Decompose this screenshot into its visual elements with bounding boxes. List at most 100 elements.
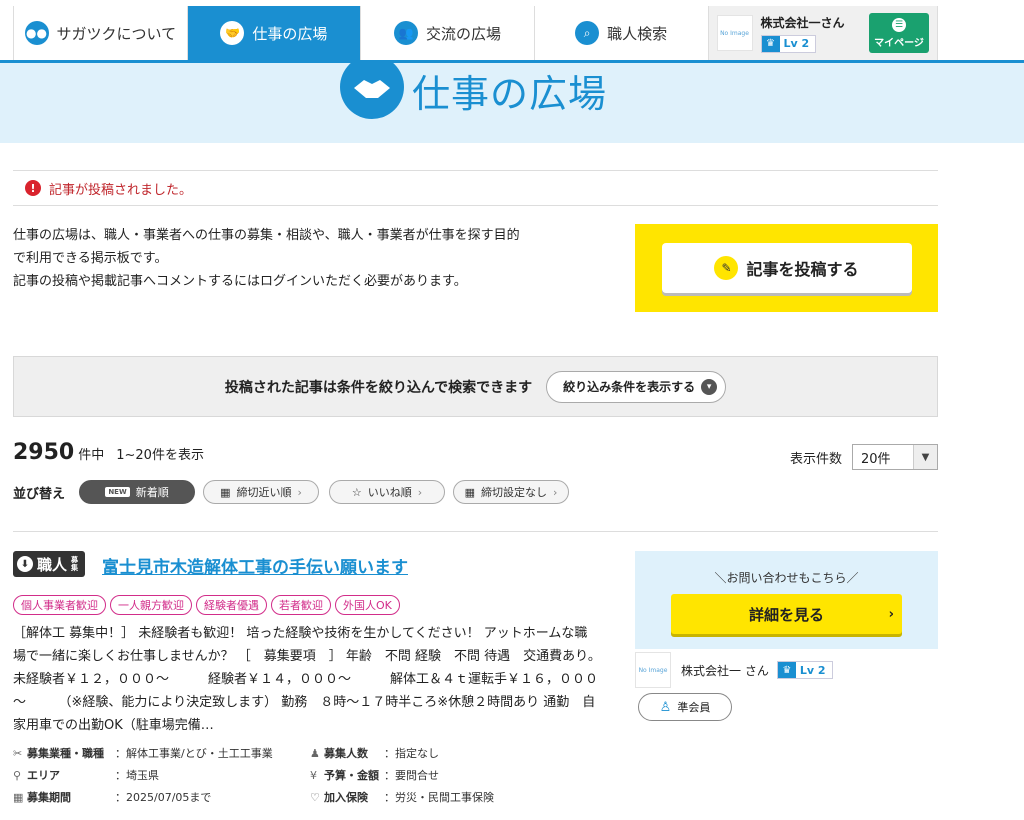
sort-newest-label: 新着順 bbox=[135, 486, 169, 499]
meta-value: ：指定なし bbox=[384, 747, 439, 760]
meta-count: ♟ 募集人数 ：指定なし bbox=[310, 744, 610, 762]
crown-icon: ♛ bbox=[761, 35, 780, 52]
intro-line: 記事の投稿や掲載記事へコメントするにはログインいただく必要があります。 bbox=[13, 274, 467, 289]
meta-label: 予算・金額 bbox=[324, 769, 379, 782]
level-text: Lv 2 bbox=[783, 37, 810, 50]
tag: 個人事業者歓迎 bbox=[13, 595, 106, 615]
person-icon: ♙ bbox=[659, 699, 672, 715]
avatar: No Image bbox=[716, 15, 753, 51]
sort-label: 並び替え bbox=[13, 486, 66, 502]
badge-label: 職人 bbox=[37, 555, 68, 574]
sort-bar: 並び替え NEW 新着順 ▦ 締切近い順 › ☆ いいね順 › ▦ 締切設定なし… bbox=[13, 480, 570, 504]
level-badge: ♛ Lv 2 bbox=[760, 34, 817, 53]
alert-text: 記事が投稿されました。 bbox=[49, 182, 193, 198]
sort-no-deadline-label: 締切設定なし bbox=[481, 486, 548, 499]
heart-icon: ♡ bbox=[310, 790, 320, 804]
per-page-value: 20件 bbox=[861, 451, 891, 467]
meta-label: 募集人数 bbox=[324, 747, 368, 760]
post-body: ［解体工 募集中！］ 未経験者も歓迎！ 培った経験や技術を生かしてください！ ア… bbox=[13, 626, 598, 733]
meta-value: ：2025/07/05まで bbox=[115, 791, 212, 804]
chevron-right-icon: › bbox=[553, 485, 558, 499]
sort-no-deadline[interactable]: ▦ 締切設定なし › bbox=[453, 480, 570, 504]
alert-icon: ! bbox=[25, 180, 41, 196]
poster-name: 株式会社一 さん bbox=[681, 663, 769, 678]
tag: 若者歓迎 bbox=[271, 595, 331, 615]
sort-deadline[interactable]: ▦ 締切近い順 › bbox=[203, 480, 320, 504]
calendar-icon: ▦ bbox=[220, 485, 231, 499]
new-badge: NEW bbox=[105, 487, 130, 497]
sort-likes[interactable]: ☆ いいね順 › bbox=[329, 480, 446, 504]
meta-value: ：要問合せ bbox=[384, 769, 439, 782]
detail-label: 詳細を見る bbox=[748, 605, 824, 624]
filter-text: 投稿された記事は条件を絞り込んで検索できます bbox=[224, 379, 533, 396]
per-page: 表示件数 20件 ▼ bbox=[790, 444, 938, 470]
chevron-down-icon: ▾ bbox=[701, 378, 718, 395]
crown-icon: ♛ bbox=[777, 662, 796, 678]
intro-line: で利用できる掲示板です。 bbox=[13, 251, 168, 266]
meta-label: 加入保険 bbox=[324, 791, 368, 804]
chevron-right-icon: › bbox=[888, 606, 894, 622]
show-filter-label: 絞り込み条件を表示する bbox=[563, 380, 696, 394]
people-icon: 👥 bbox=[394, 21, 419, 45]
chevron-right-icon: › bbox=[297, 485, 302, 499]
calendar-icon: ▦ bbox=[464, 485, 476, 499]
tools-icon: ✂ bbox=[13, 746, 23, 760]
meta-industry: ✂ 募集業種・職種 ：解体工事業/とび・土工工事業 bbox=[13, 744, 310, 762]
meta-value: ：解体工事業/とび・土工工事業 bbox=[115, 747, 273, 760]
search-icon: ⌕ bbox=[575, 21, 600, 45]
download-icon: ⬇ bbox=[17, 556, 33, 572]
tag: 経験者優遇 bbox=[196, 595, 267, 615]
page-title: 仕事の広場 bbox=[412, 72, 608, 116]
meta-value: ：労災・民間工事保険 bbox=[384, 791, 494, 804]
intro-line: 仕事の広場は、職人・事業者への仕事の募集・相談や、職人・事業者が仕事を探す目的 bbox=[13, 228, 520, 243]
intro-text: 仕事の広場は、職人・事業者への仕事の募集・相談や、職人・事業者が仕事を探す目的 … bbox=[13, 224, 593, 293]
contact-box: ＼お問い合わせもこちら／ 詳細を見る › bbox=[635, 551, 938, 649]
nav-jobs[interactable]: 🤝 仕事の広場 bbox=[187, 6, 362, 60]
sort-newest[interactable]: NEW 新着順 bbox=[79, 480, 196, 504]
poster-info[interactable]: No Image 株式会社一 さん ♛ Lv 2 bbox=[635, 652, 833, 688]
nav-jobs-label: 仕事の広場 bbox=[252, 24, 328, 43]
yen-icon: ¥ bbox=[310, 768, 317, 782]
meta-value: ：埼玉県 bbox=[115, 769, 159, 782]
handshake-icon bbox=[340, 63, 404, 119]
mypage-label: マイページ bbox=[874, 37, 924, 49]
meta-insurance: ♡ 加入保険 ：労災・民間工事保険 bbox=[310, 788, 610, 806]
count-unit: 件中 bbox=[78, 448, 105, 463]
chevron-right-icon: › bbox=[417, 485, 423, 499]
handshake-icon: 🤝 bbox=[220, 21, 245, 45]
nav-user[interactable]: No Image 株式会社一さん ♛ Lv 2 ☰ マイページ bbox=[708, 6, 938, 60]
badge-sub: 募集 bbox=[71, 556, 79, 572]
tag: 外国人OK bbox=[335, 595, 400, 615]
nav-search[interactable]: ⌕ 職人検索 bbox=[535, 6, 709, 60]
nav-about-label: サガツクについて bbox=[56, 24, 177, 43]
tag: 一人親方歓迎 bbox=[110, 595, 192, 615]
post-article-button[interactable]: ✎ 記事を投稿する bbox=[661, 243, 912, 293]
meta-area: ⚲ エリア ：埼玉県 bbox=[13, 766, 310, 784]
tag-list: 個人事業者歓迎 一人親方歓迎 経験者優遇 若者歓迎 外国人OK bbox=[13, 595, 400, 615]
divider bbox=[13, 531, 938, 532]
mypage-button[interactable]: ☰ マイページ bbox=[869, 13, 930, 53]
nav-about[interactable]: ●● サガツクについて bbox=[14, 6, 188, 60]
mascot-icon: ●● bbox=[24, 21, 49, 45]
meta-period: ▦ 募集期間 ：2025/07/05まで bbox=[13, 788, 310, 806]
meta-label: 募集業種・職種 bbox=[27, 747, 104, 760]
level-badge: ♛ Lv 2 bbox=[776, 661, 833, 679]
member-label: 準会員 bbox=[677, 701, 711, 714]
per-page-select[interactable]: 20件 ▼ bbox=[852, 444, 938, 470]
contact-text: ＼お問い合わせもこちら／ bbox=[714, 571, 859, 585]
member-badge: ♙ 準会員 bbox=[638, 693, 732, 721]
chevron-down-icon: ▼ bbox=[913, 445, 937, 469]
per-page-label: 表示件数 bbox=[789, 451, 842, 467]
nav-exchange[interactable]: 👥 交流の広場 bbox=[361, 6, 535, 60]
map-pin-icon: ⚲ bbox=[13, 768, 22, 782]
sort-likes-label: いいね順 bbox=[367, 486, 412, 499]
show-filter-button[interactable]: 絞り込み条件を表示する ▾ bbox=[546, 370, 727, 403]
success-alert: ! 記事が投稿されました。 bbox=[13, 170, 938, 206]
meta-label: エリア bbox=[27, 769, 60, 782]
star-icon: ☆ bbox=[351, 485, 362, 499]
edit-icon: ✎ bbox=[714, 256, 739, 280]
detail-button[interactable]: 詳細を見る › bbox=[671, 594, 902, 634]
result-count: 2950 件中 1~20件を表示 bbox=[13, 440, 204, 465]
post-title-link[interactable]: 富士見市木造解体工事の手伝い願います bbox=[102, 553, 408, 578]
total-count: 2950 bbox=[13, 440, 75, 465]
